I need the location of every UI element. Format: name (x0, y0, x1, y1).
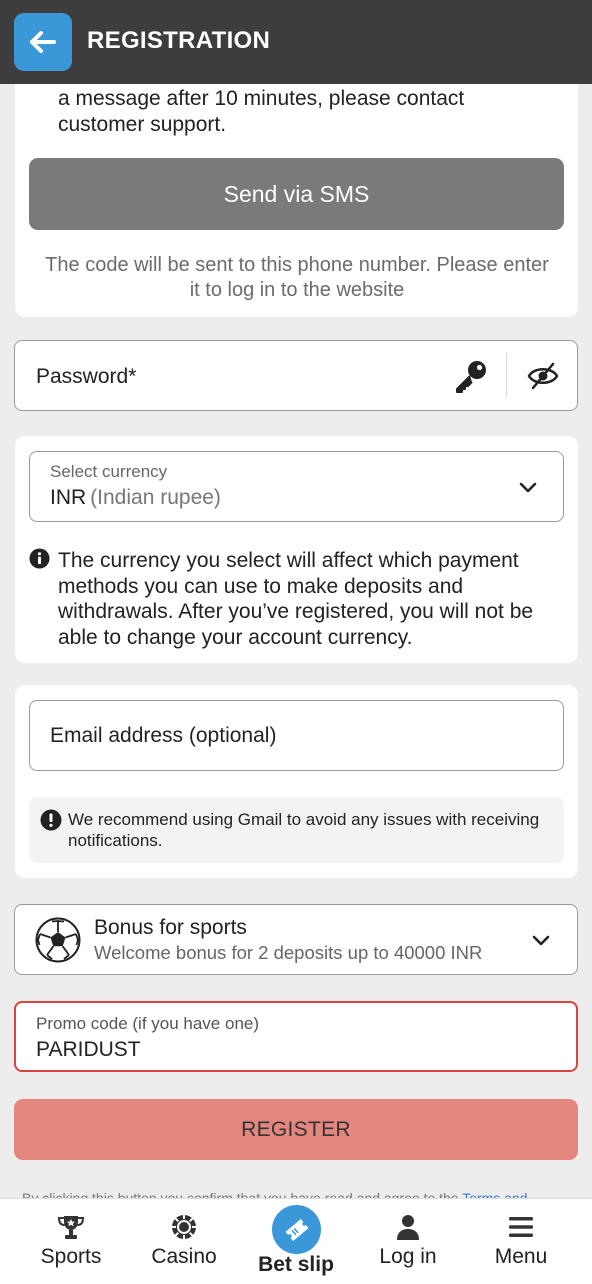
sms-message-text: a message after 10 minutes, please conta… (58, 87, 465, 136)
sms-code-note: The code will be sent to this phone numb… (45, 254, 549, 301)
tab-log-in-label: Log in (379, 1245, 437, 1268)
ticket-icon (284, 1218, 309, 1241)
currency-select[interactable]: Select currency INR (Indian rupee) (29, 451, 564, 522)
tab-casino-label: Casino (151, 1245, 217, 1268)
header-bar: REGISTRATION (0, 0, 592, 84)
currency-select-label: Select currency (50, 462, 168, 481)
email-label: Email address (optional) (50, 724, 277, 747)
promo-code-label: Promo code (if you have one) (36, 1014, 260, 1033)
sms-verification-card: a message after 10 minutes, please conta… (15, 70, 578, 317)
bet-slip-badge (272, 1205, 321, 1254)
page-title: REGISTRATION (87, 27, 271, 54)
casino-chip-icon (172, 1215, 196, 1239)
tab-bet-slip[interactable]: Bet slip (240, 1199, 352, 1284)
currency-note: The currency you select will affect whic… (58, 549, 534, 649)
user-icon (397, 1215, 419, 1240)
chevron-down-icon (519, 482, 537, 493)
bottom-tab-bar: Sports Casino Bet slip Log in Menu (0, 1198, 592, 1284)
currency-card: Select currency INR (Indian rupee) The cu… (15, 436, 578, 663)
tab-sports[interactable]: Sports (15, 1199, 127, 1284)
currency-code: INR (50, 486, 87, 509)
promo-code-value[interactable]: PARIDUST (36, 1038, 141, 1062)
tab-menu-label: Menu (494, 1245, 548, 1268)
gmail-note-text: We recommend using Gmail to avoid any is… (68, 810, 540, 850)
promo-code-field[interactable]: Promo code (if you have one) PARIDUST (14, 1001, 578, 1072)
register-button[interactable]: REGISTER (14, 1099, 578, 1160)
bonus-select[interactable]: Bonus for sports Welcome bonus for 2 dep… (14, 904, 578, 975)
tab-bet-slip-label: Bet slip (258, 1253, 334, 1276)
arrow-left-icon (30, 31, 56, 53)
trophy-icon (57, 1216, 85, 1239)
field-divider (506, 353, 507, 398)
tab-sports-label: Sports (40, 1245, 102, 1268)
tab-menu[interactable]: Menu (465, 1199, 577, 1284)
hamburger-icon (509, 1217, 533, 1237)
gmail-recommendation: We recommend using Gmail to avoid any is… (29, 797, 564, 863)
back-button[interactable] (14, 13, 72, 71)
bonus-title: Bonus for sports (94, 916, 247, 939)
bonus-subtitle: Welcome bonus for 2 deposits up to 40000… (94, 942, 483, 963)
email-field[interactable]: Email address (optional) (29, 700, 564, 771)
send-sms-button[interactable]: Send via SMS (29, 158, 564, 230)
key-icon[interactable] (453, 358, 489, 394)
tab-casino[interactable]: Casino (128, 1199, 240, 1284)
info-icon (29, 548, 50, 569)
currency-select-value: INR (Indian rupee) (50, 486, 221, 510)
email-card: Email address (optional) We recommend us… (15, 685, 578, 878)
password-field[interactable]: Password* (14, 340, 578, 411)
eye-slash-icon[interactable] (526, 359, 560, 393)
tab-log-in[interactable]: Log in (352, 1199, 464, 1284)
exclamation-icon (40, 809, 62, 831)
currency-name: (Indian rupee) (90, 486, 221, 509)
password-label: Password* (36, 365, 137, 388)
soccer-ball-icon (35, 917, 81, 963)
chevron-down-icon (532, 935, 550, 946)
